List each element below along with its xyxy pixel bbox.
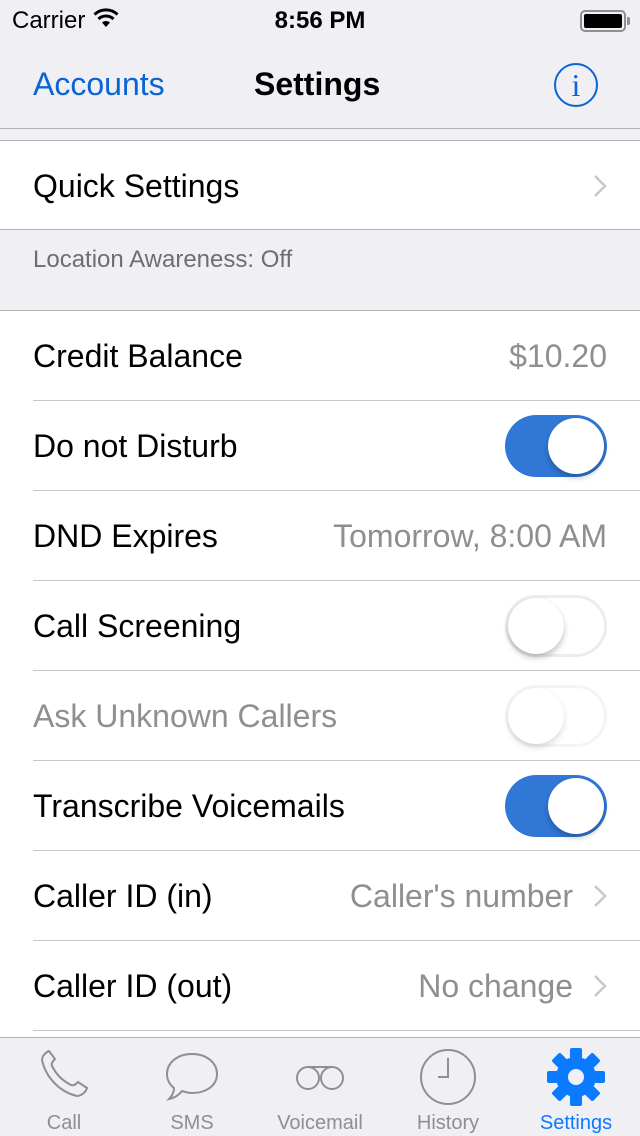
- speech-bubble-icon: [165, 1052, 219, 1101]
- tab-call[interactable]: Call: [0, 1038, 128, 1136]
- status-bar: Carrier 8:56 PM: [0, 0, 640, 40]
- credit-balance-value: $10.20: [509, 337, 607, 374]
- transcribe-voicemails-toggle[interactable]: [505, 775, 607, 837]
- row-label: Caller ID (out): [33, 967, 233, 1004]
- status-time: 8:56 PM: [274, 7, 366, 34]
- tab-settings[interactable]: Settings: [512, 1038, 640, 1136]
- dnd-expires-value: Tomorrow, 8:00 AM: [333, 517, 607, 554]
- tab-sms[interactable]: SMS: [128, 1038, 256, 1136]
- tab-label: Call: [46, 1112, 82, 1134]
- credit-balance-row: Credit Balance $10.20: [0, 311, 640, 401]
- row-label: Call Screening: [33, 607, 242, 644]
- tab-label: History: [416, 1112, 480, 1134]
- caller-id-out-row[interactable]: Caller ID (out) No change: [0, 941, 640, 1031]
- gear-icon: [547, 1048, 605, 1106]
- tab-label: SMS: [170, 1112, 214, 1134]
- clock-icon: [420, 1049, 476, 1105]
- row-label: Transcribe Voicemails: [33, 787, 345, 824]
- voicemail-icon: [296, 1066, 344, 1090]
- phone-icon: [40, 1049, 89, 1098]
- dnd-expires-row[interactable]: DND Expires Tomorrow, 8:00 AM: [0, 491, 640, 581]
- quick-settings-section: Quick Settings: [0, 140, 640, 230]
- tab-history[interactable]: History: [384, 1038, 512, 1136]
- do-not-disturb-row: Do not Disturb: [0, 401, 640, 491]
- tab-label: Settings: [539, 1112, 613, 1134]
- location-awareness-footer: Location Awareness: Off: [33, 246, 293, 273]
- ask-unknown-callers-toggle: [505, 685, 607, 747]
- row-label: Do not Disturb: [33, 427, 238, 464]
- info-button[interactable]: i: [554, 63, 598, 107]
- row-label: Caller ID (in): [33, 877, 213, 914]
- do-not-disturb-toggle[interactable]: [505, 415, 607, 477]
- navigation-bar: Accounts Settings i: [0, 40, 640, 129]
- row-label: Credit Balance: [33, 337, 243, 374]
- caller-id-in-row[interactable]: Caller ID (in) Caller's number: [0, 851, 640, 941]
- accounts-back-button[interactable]: Accounts: [33, 66, 165, 103]
- page-title: Settings: [254, 66, 381, 102]
- call-screening-toggle[interactable]: [505, 595, 607, 657]
- info-icon: i: [571, 66, 581, 103]
- row-label: DND Expires: [33, 517, 218, 554]
- ask-unknown-callers-row: Ask Unknown Callers: [0, 671, 640, 761]
- battery-full-icon: [580, 10, 630, 32]
- chevron-right-icon: [594, 975, 607, 997]
- chevron-right-icon: [594, 885, 607, 907]
- quick-settings-row[interactable]: Quick Settings: [0, 141, 640, 231]
- caller-id-in-value: Caller's number: [349, 877, 573, 914]
- tab-voicemail[interactable]: Voicemail: [256, 1038, 384, 1136]
- row-label: Quick Settings: [33, 167, 240, 204]
- transcribe-voicemails-row: Transcribe Voicemails: [0, 761, 640, 851]
- call-screening-row: Call Screening: [0, 581, 640, 671]
- account-settings-section: Credit Balance $10.20 Do not Disturb DND…: [0, 310, 640, 1040]
- chevron-right-icon: [594, 175, 607, 197]
- tab-label: Voicemail: [277, 1112, 363, 1134]
- tab-bar: Call SMS Voicemail History Settings: [0, 1037, 640, 1136]
- caller-id-out-value: No change: [418, 967, 573, 1004]
- row-label: Ask Unknown Callers: [33, 697, 338, 734]
